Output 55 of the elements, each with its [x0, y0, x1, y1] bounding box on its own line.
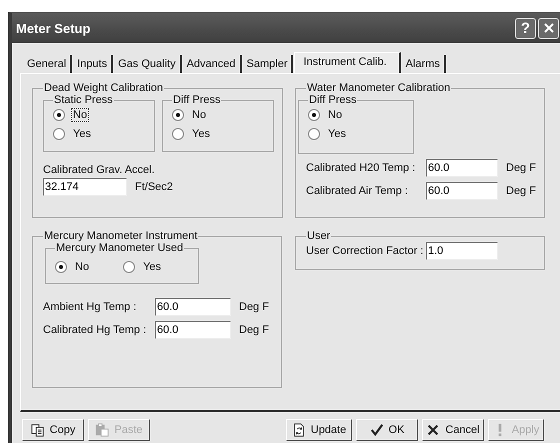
cross-icon [426, 423, 440, 437]
clipboard-icon [95, 423, 110, 437]
input-field[interactable]: 60.0 [426, 182, 498, 200]
field-label: Calibrated H20 Temp : [306, 162, 416, 174]
group-title: Diff Press [172, 94, 222, 106]
field-label: Calibrated Grav. Accel. [43, 164, 156, 176]
group-title: Static Press [53, 94, 114, 106]
field-label: Ambient Hg Temp : [43, 301, 138, 313]
input-field[interactable]: 60.0 [155, 298, 231, 316]
refresh-icon [292, 423, 306, 437]
close-icon [542, 22, 554, 34]
cancel-button[interactable]: Cancel [422, 419, 484, 441]
update-button[interactable]: Update [286, 419, 352, 441]
help-button[interactable]: ? [515, 18, 536, 38]
radio-button[interactable] [308, 109, 320, 121]
radio-label[interactable]: No [73, 260, 92, 274]
window-title: Meter Setup [16, 20, 90, 36]
unit-label: Ft/Sec2 [135, 181, 173, 193]
field-label: Calibrated Hg Temp : [43, 324, 148, 336]
radio-label[interactable]: No [71, 108, 90, 122]
close-button[interactable] [538, 18, 559, 38]
unit-label: Deg F [239, 301, 269, 313]
ok-button[interactable]: OK [356, 419, 418, 441]
radio-label[interactable]: Yes [141, 260, 164, 274]
copy-button[interactable]: Copy [22, 419, 84, 441]
radio-button[interactable] [308, 128, 320, 140]
radio-label[interactable]: Yes [190, 127, 212, 141]
group-title: Diff Press [308, 94, 358, 106]
radio-button[interactable] [123, 261, 136, 273]
input-field[interactable]: 1.0 [426, 242, 498, 260]
field-label: User Correction Factor : [306, 245, 424, 257]
group-title: Mercury Manometer Instrument [43, 230, 198, 242]
unit-label: Deg F [239, 324, 269, 336]
input-field[interactable]: 60.0 [426, 159, 498, 177]
radio-button[interactable] [55, 261, 67, 273]
unit-label: Deg F [506, 162, 536, 174]
radio-button[interactable] [172, 128, 184, 140]
radio-button[interactable] [53, 109, 65, 121]
input-field[interactable]: 32.174 [43, 178, 127, 196]
radio-label[interactable]: Yes [71, 127, 93, 141]
check-icon [370, 423, 384, 437]
group-title: Water Manometer Calibration [306, 82, 452, 94]
group-title: User [306, 230, 332, 242]
radio-label[interactable]: No [326, 108, 344, 122]
group-title: Dead Weight Calibration [43, 82, 164, 94]
copy-icon [30, 423, 45, 437]
radio-label[interactable]: Yes [326, 127, 348, 141]
unit-label: Deg F [506, 185, 536, 197]
field-label: Calibrated Air Temp : [306, 185, 409, 197]
tab[interactable]: Instrument Calib. [294, 52, 401, 73]
group-title: Mercury Manometer Used [55, 242, 184, 254]
radio-button[interactable] [172, 109, 184, 121]
input-field[interactable]: 60.0 [155, 321, 231, 339]
radio-button[interactable] [53, 128, 65, 140]
radio-label[interactable]: No [190, 108, 208, 122]
